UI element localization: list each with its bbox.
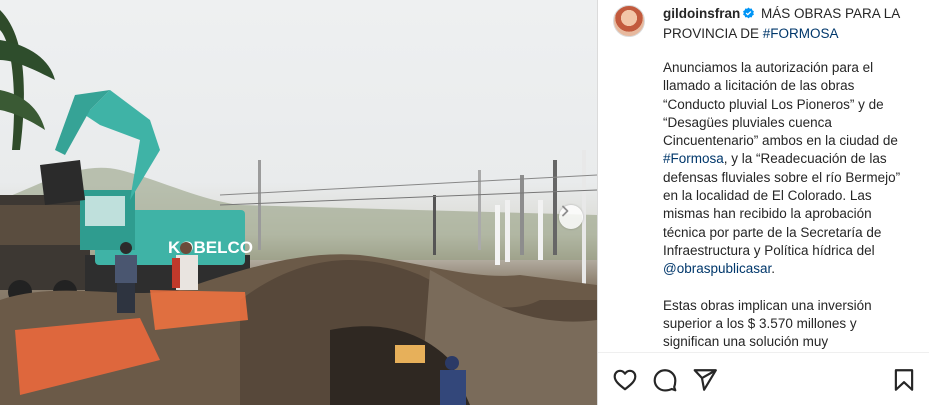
chevron-right-icon (562, 205, 569, 217)
mention-link[interactable]: @obraspublicasar (663, 261, 771, 276)
avatar[interactable] (613, 5, 645, 37)
post-action-bar (598, 352, 929, 405)
caption-text: . (771, 261, 776, 277)
comment-icon (653, 369, 677, 392)
caption-body: Anunciamos la autorización para el llama… (663, 59, 913, 369)
share-icon (693, 369, 717, 391)
verified-badge-icon (742, 7, 755, 25)
caption-paragraph: Anunciamos la autorización para el llama… (663, 59, 913, 279)
like-button[interactable] (612, 367, 638, 393)
caption-title: gildoinsfran MÁS OBRAS PARA LA PROVINCIA… (663, 5, 913, 43)
caption-paragraph: Estas obras implican una inversión super… (663, 297, 872, 350)
next-image-button[interactable] (559, 205, 583, 229)
save-button[interactable] (891, 367, 917, 393)
caption-text: , y la “Readecuación de las defensas flu… (663, 151, 901, 258)
construction-scene-image: KOBELCO (0, 10, 597, 405)
caption-header: gildoinsfran MÁS OBRAS PARA LA PROVINCIA… (613, 5, 913, 43)
share-button[interactable] (692, 367, 718, 393)
bookmark-icon (894, 369, 914, 391)
username-link[interactable]: gildoinsfran (663, 6, 740, 21)
hashtag-link[interactable]: #Formosa (663, 151, 724, 166)
caption-text: Anunciamos la autorización para el llama… (663, 60, 898, 149)
post-photo[interactable]: KOBELCO (0, 0, 597, 405)
comment-button[interactable] (652, 367, 678, 393)
hashtag-link[interactable]: #FORMOSA (763, 26, 839, 41)
post-side-panel: gildoinsfran MÁS OBRAS PARA LA PROVINCIA… (598, 0, 929, 405)
heart-icon (613, 369, 637, 391)
